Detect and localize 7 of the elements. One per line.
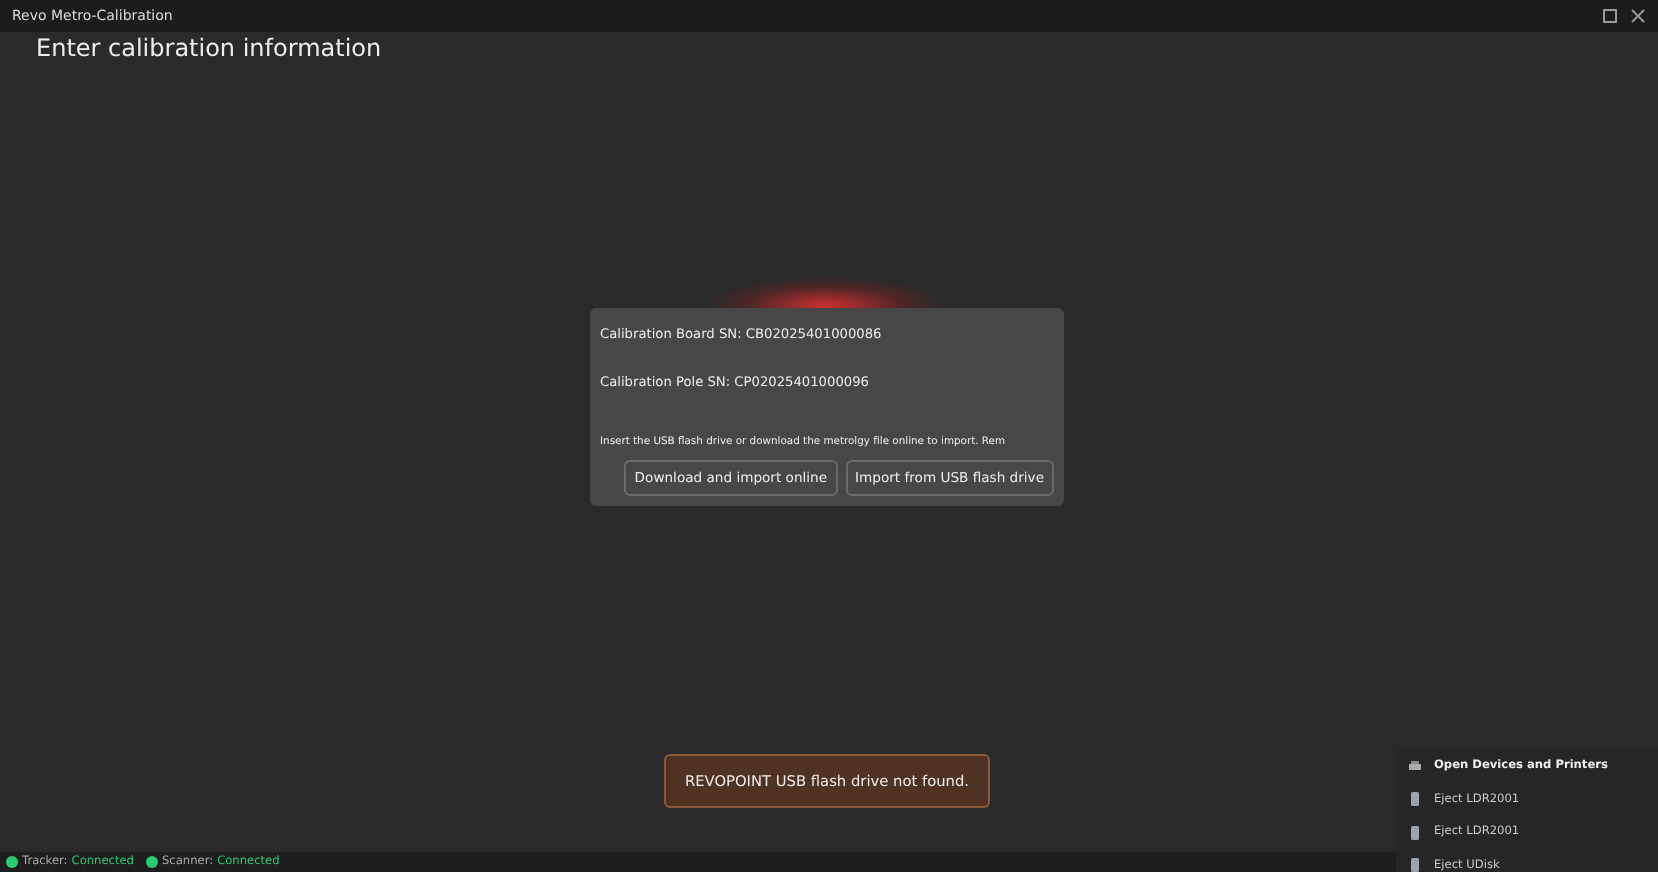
printer-icon: [1408, 759, 1422, 774]
close-icon[interactable]: [1630, 8, 1646, 24]
page-heading: Enter calibration information: [36, 32, 382, 64]
maximize-icon[interactable]: [1602, 8, 1618, 24]
drive-icon: [1408, 792, 1422, 807]
drive-icon: [1408, 858, 1422, 872]
drive-icon: [1408, 825, 1422, 840]
